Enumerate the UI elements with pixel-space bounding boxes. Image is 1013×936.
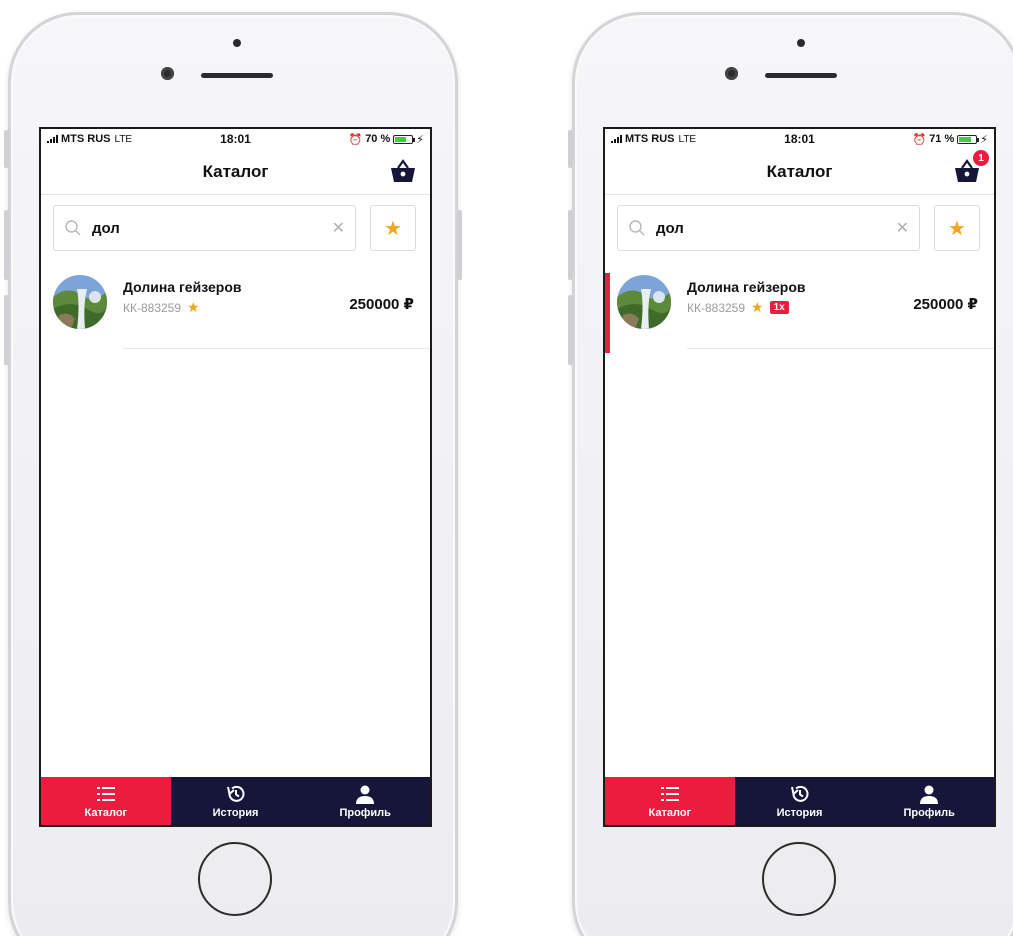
proximity-sensor [797,39,805,47]
tab-label: Профиль [339,807,391,819]
tab-label: История [776,807,823,819]
phone-right: MTS RUS LTE 18:01 ⏰ 71 % ⚡ Каталог 1 дол… [568,12,1013,936]
person-icon [920,785,939,804]
tab-bar: Каталог История Профиль [605,777,994,825]
header: Каталог [41,149,430,195]
earpiece-speaker [201,73,273,78]
basket-icon[interactable] [390,159,416,183]
person-icon [356,785,375,804]
home-button [198,842,272,916]
search-icon [65,220,81,236]
search-box: ✕ [53,205,356,251]
tab-catalog[interactable]: Каталог [41,777,171,825]
quantity-badge: 1x [769,301,789,314]
battery-fill [395,136,407,142]
divider [687,348,994,349]
item-code: КК-883259 [687,300,746,315]
favorites-button[interactable]: ★ [370,205,416,251]
battery-fill [959,136,971,142]
list-icon [660,787,679,801]
tab-label: Каталог [84,807,128,819]
search-row: ✕ ★ [41,195,430,251]
search-input[interactable] [92,219,332,237]
cart-count-badge: 1 [972,149,990,167]
item-thumbnail [53,275,107,329]
status-bar: MTS RUS LTE 18:01 ⏰ 71 % ⚡ [605,129,994,149]
tab-label: История [212,807,259,819]
divider [123,348,430,349]
clear-icon[interactable]: ✕ [332,218,345,238]
star-icon: ★ [384,217,402,240]
phone-left: MTS RUS LTE 18:01 ⏰ 70 % ⚡ Каталог дол ✕… [4,12,462,936]
item-price: 250000 ₽ [913,296,978,313]
status-bar: MTS RUS LTE 18:01 ⏰ 70 % ⚡ [41,129,430,149]
volume-down-button [568,295,573,365]
item-price: 250000 ₽ [349,296,414,313]
screen: MTS RUS LTE 18:01 ⏰ 71 % ⚡ Каталог 1 дол… [603,127,996,827]
item-name: Долина гейзеров [687,279,806,295]
battery-icon [957,134,980,144]
list-icon [96,787,115,801]
mute-switch [4,130,9,168]
home-button [762,842,836,916]
tab-profile[interactable]: Профиль [300,777,430,825]
item-name: Долина гейзеров [123,279,242,295]
history-icon [226,785,244,802]
volume-down-button [4,295,9,365]
tab-history[interactable]: История [171,777,301,825]
front-camera [161,67,174,80]
tab-profile[interactable]: Профиль [864,777,994,825]
favorites-button[interactable]: ★ [934,205,980,251]
item-code: КК-883259 [123,300,182,315]
screen: MTS RUS LTE 18:01 ⏰ 70 % ⚡ Каталог дол ✕… [39,127,432,827]
tab-history[interactable]: История [735,777,865,825]
page-title: Каталог [202,161,269,181]
item-thumbnail [617,275,671,329]
search-icon [629,220,645,236]
list-item[interactable]: Долина гейзеров КК-883259 ★ 250000 ₽ [41,273,430,349]
clear-icon[interactable]: ✕ [896,218,909,238]
mute-switch [568,130,573,168]
volume-up-button [568,210,573,280]
list-item[interactable]: Долина гейзеров КК-883259 ★ 1x 250000 ₽ [605,273,994,353]
history-icon [790,785,808,802]
volume-up-button [4,210,9,280]
favorite-star-icon[interactable]: ★ [187,299,200,316]
status-time: 18:01 [784,132,815,146]
proximity-sensor [233,39,241,47]
search-box: ✕ [617,205,920,251]
search-row: ✕ ★ [605,195,994,251]
star-icon: ★ [948,217,966,240]
tab-label: Каталог [648,807,692,819]
tab-catalog[interactable]: Каталог [605,777,735,825]
earpiece-speaker [765,73,837,78]
battery-icon [393,134,416,144]
page-title: Каталог [766,161,833,181]
tab-label: Профиль [903,807,955,819]
search-input[interactable] [656,219,896,237]
selected-indicator [605,273,610,353]
tab-bar: Каталог История Профиль [41,777,430,825]
status-time: 18:01 [220,132,251,146]
power-button [457,210,462,280]
favorite-star-icon[interactable]: ★ [751,299,764,316]
front-camera [725,67,738,80]
header: Каталог 1 [605,149,994,195]
